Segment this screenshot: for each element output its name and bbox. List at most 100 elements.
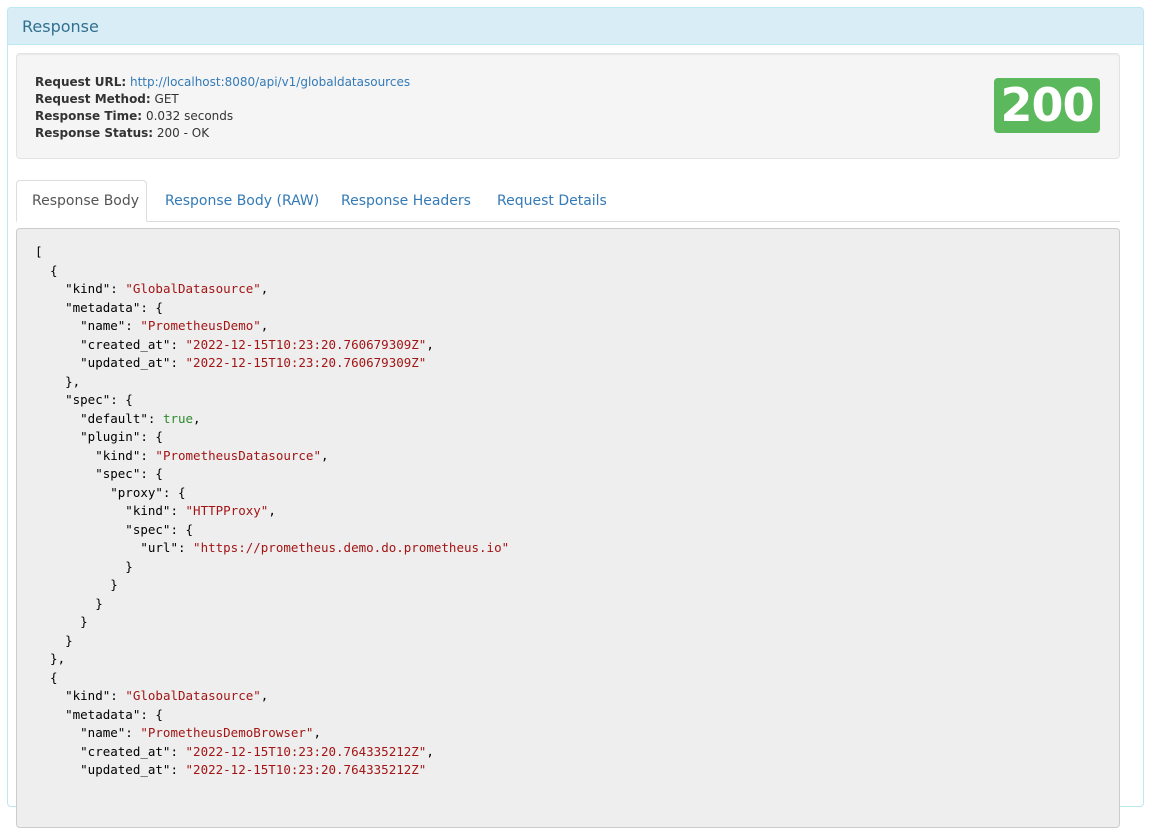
- code-line: "spec": {: [35, 391, 509, 410]
- response-time-value: 0.032 seconds: [145, 109, 234, 123]
- code-line: "spec": {: [35, 465, 509, 484]
- punctuation-token: }: [35, 614, 88, 629]
- code-line: }: [35, 595, 509, 614]
- string-token: "2022-12-15T10:23:20.760679309Z": [185, 355, 427, 370]
- string-token: "2022-12-15T10:23:20.760679309Z": [185, 336, 427, 352]
- punctuation-token: "kind":: [35, 503, 186, 518]
- punctuation-token: "created_at":: [35, 336, 186, 352]
- request-url-link[interactable]: http://localhost:8080/api/v1/globaldatas…: [130, 75, 410, 89]
- tab-response-body[interactable]: Response Body: [16, 180, 147, 222]
- code-line: }: [35, 613, 509, 632]
- string-token: "GlobalDatasource": [125, 281, 261, 296]
- punctuation-token: ,: [426, 336, 434, 352]
- response-status-row: Response Status: 200 - OK: [35, 125, 410, 142]
- string-token: "GlobalDatasource": [125, 688, 261, 703]
- punctuation-token: ,: [260, 281, 269, 296]
- tab-response-headers[interactable]: Response Headers: [326, 180, 486, 222]
- string-token: "2022-12-15T10:23:20.764335212Z": [185, 762, 427, 777]
- response-status-label: Response Status:: [35, 126, 154, 140]
- panel-title: Response: [8, 8, 1143, 45]
- response-body-viewer[interactable]: [ { "kind": "GlobalDatasource", "metadat…: [16, 228, 1120, 828]
- code-line: "url": "https://prometheus.demo.do.prome…: [35, 539, 509, 558]
- punctuation-token: "spec": {: [35, 466, 163, 481]
- request-method-value: GET: [154, 92, 179, 106]
- punctuation-token: "metadata": {: [35, 706, 163, 722]
- punctuation-token: "updated_at":: [35, 355, 186, 370]
- json-code: [ { "kind": "GlobalDatasource", "metadat…: [35, 243, 509, 780]
- punctuation-token: },: [35, 651, 66, 666]
- punctuation-token: }: [35, 558, 133, 574]
- code-line: "created_at": "2022-12-15T10:23:20.76433…: [35, 743, 509, 762]
- punctuation-token: "created_at":: [35, 743, 186, 759]
- code-line: "name": "PrometheusDemoBrowser",: [35, 724, 509, 743]
- punctuation-token: ,: [260, 688, 269, 703]
- string-token: "PrometheusDatasource": [155, 447, 321, 463]
- punctuation-token: "kind":: [35, 447, 156, 463]
- string-token: "HTTPProxy": [185, 503, 269, 518]
- string-token: "PrometheusDemo": [140, 318, 261, 333]
- code-line: "metadata": {: [35, 299, 509, 318]
- response-time-row: Response Time: 0.032 seconds: [35, 108, 410, 125]
- request-url-row: Request URL: http://localhost:8080/api/v…: [35, 74, 410, 91]
- punctuation-token: "plugin": {: [35, 429, 163, 444]
- punctuation-token: "kind":: [35, 281, 126, 296]
- code-line: {: [35, 669, 509, 688]
- code-line: "proxy": {: [35, 484, 509, 503]
- punctuation-token: "spec": {: [35, 521, 194, 537]
- punctuation-token: "spec": {: [35, 392, 133, 407]
- punctuation-token: {: [35, 262, 58, 278]
- punctuation-token: "kind":: [35, 688, 126, 703]
- code-line: }: [35, 632, 509, 651]
- punctuation-token: }: [35, 595, 103, 611]
- response-tabs: Response Body Response Body (RAW) Respon…: [16, 180, 1120, 222]
- code-line: "kind": "HTTPProxy",: [35, 502, 509, 521]
- code-line: "metadata": {: [35, 706, 509, 725]
- punctuation-token: "metadata": {: [35, 299, 163, 315]
- code-line: "updated_at": "2022-12-15T10:23:20.76067…: [35, 354, 509, 373]
- request-method-row: Request Method: GET: [35, 91, 410, 108]
- tab-request-details[interactable]: Request Details: [482, 180, 622, 222]
- summary-lines: Request URL: http://localhost:8080/api/v…: [35, 74, 410, 142]
- status-code-badge: 200: [994, 78, 1100, 133]
- punctuation-token: {: [35, 669, 58, 685]
- string-token: "https://prometheus.demo.do.prometheus.i…: [193, 540, 510, 555]
- code-line: "spec": {: [35, 521, 509, 540]
- code-line: "updated_at": "2022-12-15T10:23:20.76433…: [35, 761, 509, 780]
- punctuation-token: }: [35, 577, 118, 592]
- boolean-token: true: [162, 410, 194, 426]
- code-line: "kind": "GlobalDatasource",: [35, 687, 509, 706]
- request-url-label: Request URL:: [35, 75, 127, 89]
- punctuation-token: "updated_at":: [35, 762, 186, 777]
- punctuation-token: ,: [426, 743, 434, 759]
- punctuation-token: ,: [321, 447, 329, 463]
- punctuation-token: "proxy": {: [35, 484, 186, 500]
- punctuation-token: "name":: [35, 318, 141, 333]
- tab-response-body-raw[interactable]: Response Body (RAW): [150, 180, 334, 222]
- punctuation-token: ,: [260, 318, 269, 333]
- code-line: "plugin": {: [35, 428, 509, 447]
- punctuation-token: "default":: [35, 410, 163, 426]
- code-line: "name": "PrometheusDemo",: [35, 317, 509, 336]
- code-line: "created_at": "2022-12-15T10:23:20.76067…: [35, 336, 509, 355]
- code-line: }: [35, 576, 509, 595]
- string-token: "2022-12-15T10:23:20.764335212Z": [185, 743, 427, 759]
- punctuation-token: },: [35, 373, 81, 389]
- response-status-value: 200 - OK: [156, 126, 210, 140]
- string-token: "PrometheusDemoBrowser": [140, 725, 314, 740]
- code-line: "default": true,: [35, 410, 509, 429]
- request-method-label: Request Method:: [35, 92, 151, 106]
- response-time-label: Response Time:: [35, 109, 143, 123]
- code-line: "kind": "PrometheusDatasource",: [35, 447, 509, 466]
- punctuation-token: ,: [268, 503, 276, 518]
- request-summary: Request URL: http://localhost:8080/api/v…: [16, 53, 1120, 159]
- punctuation-token: ,: [193, 410, 201, 426]
- code-line: [: [35, 243, 509, 262]
- punctuation-token: ,: [313, 725, 321, 740]
- punctuation-token: [: [35, 244, 43, 259]
- punctuation-token: "name":: [35, 725, 141, 740]
- code-line: }: [35, 558, 509, 577]
- code-line: },: [35, 373, 509, 392]
- code-line: },: [35, 650, 509, 669]
- code-line: "kind": "GlobalDatasource",: [35, 280, 509, 299]
- code-line: {: [35, 262, 509, 281]
